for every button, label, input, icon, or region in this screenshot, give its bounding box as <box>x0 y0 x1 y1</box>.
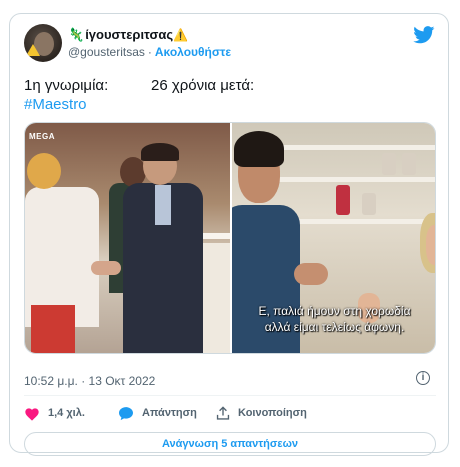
follow-link[interactable]: Ακολουθήστε <box>155 45 231 59</box>
warning-emoji-icon: ⚠️ <box>173 28 189 42</box>
kitchen-shelf <box>272 145 435 150</box>
man-hair <box>234 131 284 167</box>
tweet-media[interactable]: MEGA Ε, παλιά ήμουν στη χορωδία αλλά είμ… <box>24 122 436 354</box>
tv-channel-logo: MEGA <box>29 132 55 141</box>
like-button[interactable]: 1,4 χιλ. <box>24 402 85 424</box>
jar <box>382 153 396 175</box>
woman-face <box>426 225 435 265</box>
share-button[interactable]: Κοινοποίηση <box>216 402 307 424</box>
warning-icon <box>26 44 40 56</box>
handle-line: @gousteritsas · Ακολουθήστε <box>68 45 231 59</box>
divider <box>24 395 436 396</box>
man-shirt <box>155 185 171 225</box>
tweet-text-26-years-later: 26 χρόνια μετά: <box>151 77 255 94</box>
avatar[interactable] <box>24 24 62 62</box>
reply-label: Απάντηση <box>142 407 197 419</box>
comment-icon <box>119 406 133 420</box>
author-name[interactable]: 🦎ίγουστεριτσας⚠️ <box>68 27 188 43</box>
handshake <box>91 261 121 275</box>
man-hand <box>294 263 328 285</box>
share-label: Κοινοποίηση <box>238 407 307 419</box>
twitter-bird-icon[interactable] <box>413 26 435 44</box>
reply-button[interactable]: Απάντηση <box>118 402 197 424</box>
subtitle-line-2: αλλά είμαι τελείως άφωνη. <box>264 320 405 334</box>
woman-red-skirt <box>31 305 75 353</box>
heart-icon <box>25 407 39 421</box>
media-image-left[interactable]: MEGA <box>25 123 230 353</box>
jar <box>402 153 416 175</box>
author-handle[interactable]: @gousteritsas <box>68 45 145 59</box>
separator: · <box>147 45 152 59</box>
red-jar <box>336 185 350 215</box>
man-hair <box>141 143 179 161</box>
subtitles: Ε, παλιά ήμουν στη χορωδία αλλά είμαι τε… <box>232 303 435 335</box>
timestamp[interactable]: 10:52 μ.μ. · 13 Οκτ 2022 <box>24 374 155 388</box>
lizard-icon: 🦎 <box>68 27 85 42</box>
media-image-right[interactable]: Ε, παλιά ήμουν στη χορωδία αλλά είμαι τε… <box>232 123 435 353</box>
tweet-text-first-meeting: 1η γνωριμία: <box>24 77 109 94</box>
info-icon[interactable]: i <box>416 371 430 385</box>
subtitle-line-1: Ε, παλιά ήμουν στη χορωδία <box>258 304 411 318</box>
hashtag-link[interactable]: #Maestro <box>24 96 87 113</box>
tweet-card: 🦎ίγουστεριτσας⚠️ @gousteritsas · Ακολουθήσ… <box>9 13 449 456</box>
like-count: 1,4 χιλ. <box>48 407 85 419</box>
read-replies-button[interactable]: Ανάγνωση 5 απαντήσεων <box>24 432 436 456</box>
kitchen-shelf <box>272 177 435 182</box>
share-icon <box>216 405 230 420</box>
jar <box>362 193 376 215</box>
display-name: ίγουστεριτσας <box>85 27 174 42</box>
woman-blonde-head <box>27 153 61 189</box>
